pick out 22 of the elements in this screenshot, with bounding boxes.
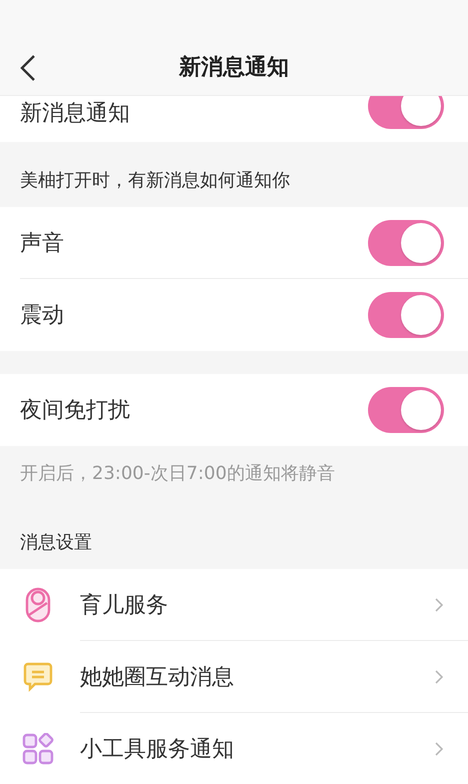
- setting-label: 她她圈互动消息: [80, 664, 235, 692]
- setting-label: 震动: [20, 302, 65, 330]
- toggle-switch[interactable]: [368, 220, 444, 266]
- setting-label: 新消息通知: [20, 100, 131, 128]
- toggle-switch[interactable]: [368, 96, 444, 129]
- section-caption: 美柚打开时，有新消息如何通知你: [19, 169, 291, 193]
- setting-label: 声音: [20, 230, 65, 258]
- toggle-switch[interactable]: [368, 292, 444, 338]
- section-caption: 消息设置: [19, 531, 93, 555]
- chevron-icon: [434, 741, 444, 757]
- chevron-icon: [434, 669, 444, 685]
- chevron-icon: [434, 597, 444, 613]
- setting-label: 小工具服务通知: [80, 736, 235, 764]
- setting-label: 夜间免打扰: [20, 397, 131, 425]
- chat-icon: [22, 661, 54, 693]
- page-title: 新消息通知: [179, 54, 289, 82]
- baby-icon: [23, 587, 53, 623]
- toggle-switch[interactable]: [368, 387, 444, 433]
- apps-icon: [22, 733, 54, 765]
- hint-text: 开启后，23:00-次日7:00的通知将静音: [19, 462, 336, 486]
- back-icon: [18, 54, 38, 82]
- setting-label: 育儿服务: [80, 592, 169, 620]
